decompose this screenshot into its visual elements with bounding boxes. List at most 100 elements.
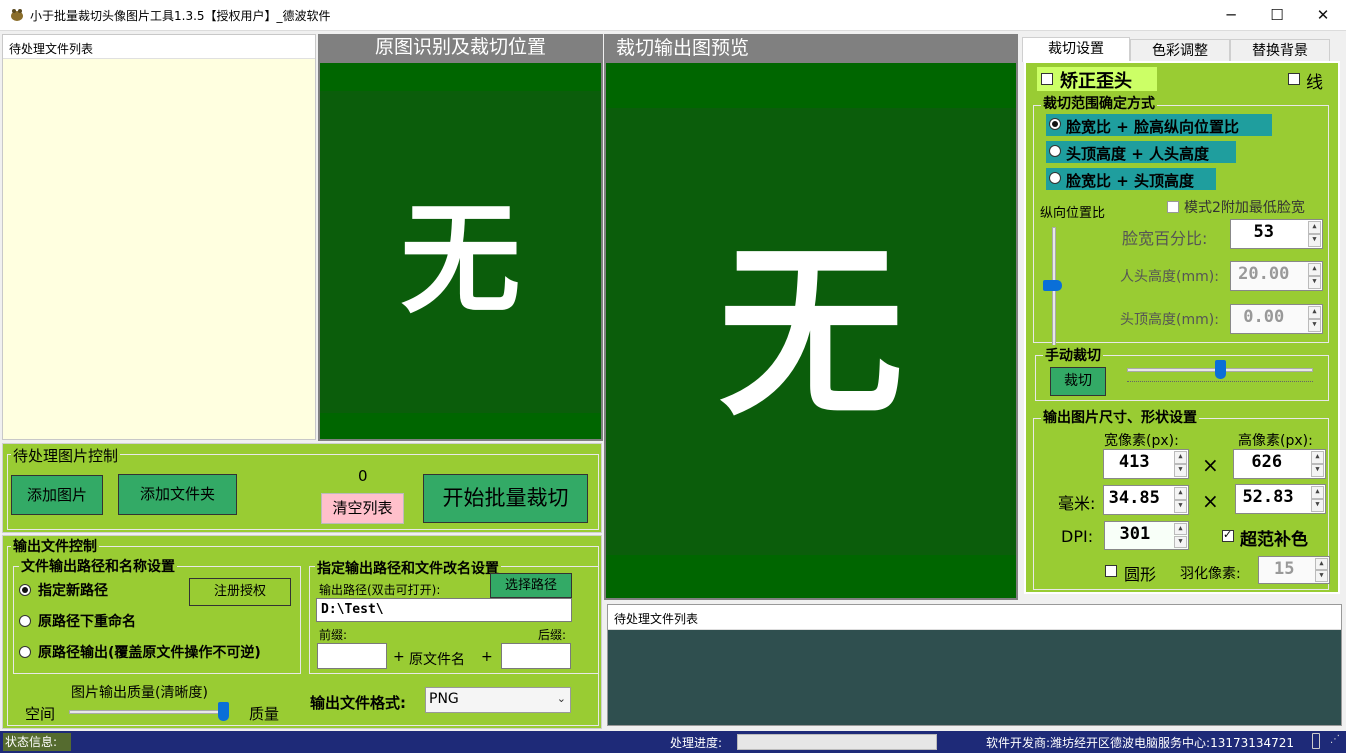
- round-checkbox[interactable]: [1105, 565, 1117, 577]
- original-view-title: 原图识别及裁切位置: [374, 36, 546, 58]
- close-button[interactable]: ✕: [1300, 0, 1346, 31]
- spin-up-icon[interactable]: ▲: [1308, 306, 1321, 319]
- option-overwrite-label[interactable]: 原路径输出(覆盖原文件操作不可逆): [38, 642, 261, 662]
- output-path-input[interactable]: D:\Test\: [316, 598, 572, 622]
- dpi-label: DPI:: [1061, 527, 1094, 546]
- fix-tilt-checkbox[interactable]: [1041, 73, 1053, 85]
- face-width-label: 脸宽百分比:: [1122, 229, 1208, 248]
- maximize-button[interactable]: ☐: [1254, 0, 1300, 31]
- head-height-label: 人头高度(mm):: [1120, 269, 1219, 285]
- face-width-input[interactable]: 53 ▲ ▼: [1230, 219, 1323, 249]
- spin-down-icon[interactable]: ▼: [1308, 234, 1321, 247]
- tab-crop-settings[interactable]: 裁切设置: [1022, 37, 1130, 62]
- register-button[interactable]: 注册授权: [189, 578, 291, 606]
- spin-up-icon[interactable]: ▲: [1174, 451, 1187, 464]
- spin-down-icon[interactable]: ▼: [1308, 319, 1321, 332]
- plus-2: +: [481, 649, 493, 665]
- head-height-input[interactable]: 20.00 ▲ ▼: [1230, 261, 1323, 291]
- spin-down-icon[interactable]: ▼: [1308, 276, 1321, 289]
- start-batch-button[interactable]: 开始批量裁切: [423, 474, 588, 523]
- quality-slider-thumb[interactable]: [218, 702, 229, 721]
- option-rename-radio[interactable]: [19, 615, 31, 627]
- option-new-path-radio[interactable]: [19, 584, 31, 596]
- spin-up-icon[interactable]: ▲: [1315, 558, 1328, 570]
- spin-up-icon[interactable]: ▲: [1311, 451, 1324, 464]
- top-height-value: 0.00: [1243, 307, 1285, 327]
- overflow-fill-label[interactable]: 超范补色: [1240, 525, 1308, 550]
- spin-up-icon[interactable]: ▲: [1174, 523, 1187, 536]
- tab-color-adjust[interactable]: 色彩调整: [1130, 39, 1230, 61]
- spin-up-icon[interactable]: ▲: [1311, 486, 1324, 499]
- feather-input[interactable]: 15 ▲ ▼: [1258, 556, 1330, 584]
- minimize-button[interactable]: ─: [1208, 0, 1254, 31]
- progress-label: 处理进度:: [670, 736, 723, 750]
- clear-list-button[interactable]: 清空列表: [321, 493, 404, 524]
- spin-down-icon[interactable]: ▼: [1311, 464, 1324, 477]
- mode2-min-checkbox[interactable]: [1167, 201, 1179, 213]
- resize-grip-icon[interactable]: ⋰: [1330, 734, 1340, 745]
- option-new-path-label[interactable]: 指定新路径: [38, 580, 108, 600]
- width-mm-input[interactable]: 34.85 ▲ ▼: [1103, 485, 1189, 515]
- spin-down-icon[interactable]: ▼: [1174, 500, 1187, 513]
- manual-crop-button[interactable]: 裁切: [1050, 367, 1106, 396]
- dpi-input[interactable]: 301 ▲ ▼: [1104, 521, 1189, 550]
- line-checkbox[interactable]: [1288, 73, 1300, 85]
- height-px-value: 626: [1251, 452, 1283, 472]
- spin-up-icon[interactable]: ▲: [1308, 263, 1321, 276]
- overflow-fill-checkbox[interactable]: ✓: [1222, 528, 1234, 542]
- mode2-min-label[interactable]: 模式2附加最低脸宽: [1184, 197, 1305, 217]
- range-option-2-radio[interactable]: [1049, 145, 1061, 157]
- format-select[interactable]: PNG ⌄: [425, 687, 571, 713]
- top-height-input[interactable]: 0.00 ▲ ▼: [1230, 304, 1323, 334]
- plus-1: +: [393, 649, 405, 665]
- original-name-label: 原文件名: [409, 652, 465, 668]
- width-px-input[interactable]: 413 ▲ ▼: [1103, 449, 1189, 479]
- range-option-3-radio[interactable]: [1049, 172, 1061, 184]
- check-icon: ✓: [1223, 528, 1233, 541]
- fix-tilt-label[interactable]: 矫正歪头: [1060, 67, 1132, 93]
- output-preview-panel: 裁切输出图预览 无: [604, 34, 1018, 600]
- range-option-3-label[interactable]: 脸宽比 + 头顶高度: [1066, 170, 1194, 191]
- output-preview-title: 裁切输出图预览: [616, 37, 750, 59]
- option-overwrite-radio[interactable]: [19, 646, 31, 658]
- add-image-button[interactable]: 添加图片: [11, 475, 103, 515]
- round-label[interactable]: 圆形: [1124, 561, 1156, 585]
- choose-path-button[interactable]: 选择路径: [490, 573, 572, 598]
- bottom-list-header[interactable]: 待处理文件列表: [608, 605, 1341, 630]
- spin-down-icon[interactable]: ▼: [1311, 499, 1324, 512]
- tab-replace-background[interactable]: 替换背景: [1230, 39, 1330, 61]
- vertical-slider-track[interactable]: [1052, 227, 1056, 355]
- times-icon-1: ×: [1202, 453, 1219, 477]
- spin-down-icon[interactable]: ▼: [1174, 535, 1187, 548]
- spin-down-icon[interactable]: ▼: [1315, 570, 1328, 582]
- height-px-input[interactable]: 626 ▲ ▼: [1233, 449, 1326, 479]
- quality-slider-track[interactable]: [69, 710, 227, 714]
- feather-label: 羽化像素:: [1180, 566, 1241, 582]
- output-image-area: 无: [606, 63, 1016, 598]
- option-rename-label[interactable]: 原路径下重命名: [38, 611, 136, 631]
- output-placeholder: 无: [718, 225, 904, 441]
- manual-slider-thumb[interactable]: [1214, 360, 1226, 379]
- prefix-input[interactable]: [317, 643, 387, 669]
- output-control-panel: 输出文件控制 文件输出路径和名称设置 指定新路径 原路径下重命名 原路径输出(覆…: [2, 535, 602, 729]
- spin-down-icon[interactable]: ▼: [1174, 464, 1187, 477]
- add-folder-button[interactable]: 添加文件夹: [118, 474, 237, 515]
- rename-group-label: 指定输出路径和文件改名设置: [315, 558, 501, 578]
- range-option-2-label[interactable]: 头顶高度 + 人头高度: [1066, 143, 1209, 164]
- file-list-header[interactable]: 待处理文件列表: [3, 35, 315, 59]
- range-option-1-radio[interactable]: [1049, 118, 1061, 130]
- file-list[interactable]: 待处理文件列表: [2, 34, 316, 440]
- prefix-label: 前缀:: [319, 628, 348, 642]
- suffix-input[interactable]: [501, 643, 571, 669]
- spin-up-icon[interactable]: ▲: [1174, 487, 1187, 500]
- face-width-value: 53: [1253, 222, 1274, 242]
- bottom-file-list[interactable]: 待处理文件列表: [607, 604, 1342, 726]
- line-label[interactable]: 线: [1306, 68, 1323, 93]
- range-option-1-label[interactable]: 脸宽比 + 脸高纵向位置比: [1066, 116, 1239, 137]
- spin-up-icon[interactable]: ▲: [1308, 221, 1321, 234]
- format-label: 输出文件格式:: [310, 694, 406, 712]
- chevron-down-icon: ⌄: [556, 692, 566, 705]
- height-mm-input[interactable]: 52.83 ▲ ▼: [1235, 484, 1326, 514]
- vertical-slider-thumb[interactable]: [1043, 279, 1062, 291]
- original-image-area[interactable]: 无: [320, 63, 601, 439]
